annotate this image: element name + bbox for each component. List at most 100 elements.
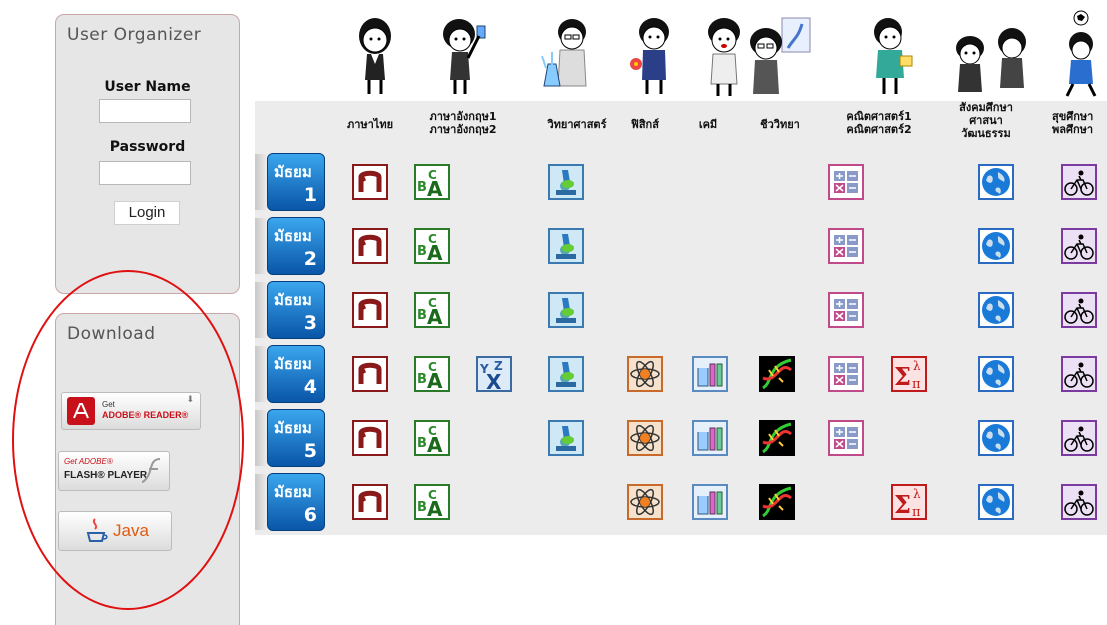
social-icon[interactable] bbox=[978, 356, 1014, 392]
download-arrow-icon: ⬇ bbox=[186, 395, 194, 405]
science-icon[interactable] bbox=[548, 356, 584, 392]
svg-text:B: B bbox=[417, 180, 427, 195]
physics-icon[interactable] bbox=[627, 356, 663, 392]
science-icon[interactable] bbox=[548, 164, 584, 200]
grade-number: 2 bbox=[303, 248, 317, 270]
social-icon[interactable] bbox=[978, 228, 1014, 264]
row-strip bbox=[255, 154, 267, 210]
password-input[interactable] bbox=[99, 161, 191, 185]
math2-icon[interactable]: Σλπ bbox=[891, 484, 927, 520]
grade-4-button[interactable]: มัธยม 4 bbox=[267, 345, 325, 403]
pe-icon[interactable] bbox=[1061, 484, 1097, 520]
english-icon[interactable]: BCA bbox=[414, 484, 450, 521]
username-label: User Name bbox=[104, 79, 191, 95]
grade-label: มัธยม bbox=[274, 227, 312, 245]
science-icon[interactable] bbox=[548, 292, 584, 328]
math-icon[interactable] bbox=[828, 228, 864, 264]
english-icon[interactable]: BCA bbox=[414, 164, 450, 201]
thai-icon[interactable] bbox=[352, 292, 388, 328]
svg-text:B: B bbox=[417, 500, 427, 515]
col-head-biology: ชีววิทยา bbox=[760, 118, 800, 131]
flash-get: Get ADOBE® bbox=[64, 457, 113, 466]
col-head-chemistry: เคมี bbox=[698, 118, 718, 131]
pe-icon[interactable] bbox=[1061, 292, 1097, 328]
col-head-pe: สุขศึกษา พลศึกษา bbox=[1052, 110, 1094, 136]
svg-text:Σ: Σ bbox=[894, 362, 911, 391]
math-icon[interactable] bbox=[828, 420, 864, 456]
physics-icon[interactable] bbox=[627, 484, 663, 520]
social-icon[interactable] bbox=[978, 484, 1014, 520]
thai-icon[interactable] bbox=[352, 164, 388, 200]
grade-5-button[interactable]: มัธยม 5 bbox=[267, 409, 325, 467]
col-head-english: ภาษาอังกฤษ1 ภาษาอังกฤษ2 bbox=[429, 110, 497, 136]
social-icon[interactable] bbox=[978, 292, 1014, 328]
svg-text:B: B bbox=[417, 308, 427, 323]
grade-label: มัธยม bbox=[274, 163, 312, 181]
english-icon[interactable]: BCA bbox=[414, 292, 450, 329]
english-icon[interactable]: BCA bbox=[414, 228, 450, 265]
svg-text:B: B bbox=[417, 436, 427, 451]
thai-icon[interactable] bbox=[352, 356, 388, 392]
adobe-reader-icon bbox=[67, 397, 95, 425]
col-head-math: คณิตศาสตร์1 คณิตศาสตร์2 bbox=[846, 110, 912, 136]
grade-2-button[interactable]: มัธยม 2 bbox=[267, 217, 325, 275]
svg-text:A: A bbox=[427, 241, 443, 264]
svg-text:π: π bbox=[912, 377, 921, 392]
math2-icon[interactable]: Σλπ bbox=[891, 356, 927, 392]
english2-icon[interactable]: YZX bbox=[476, 356, 512, 394]
col-head-thai: ภาษาไทย bbox=[346, 118, 394, 131]
get-java-button[interactable]: Java bbox=[58, 511, 172, 551]
svg-text:λ: λ bbox=[913, 487, 921, 501]
username-input[interactable] bbox=[99, 99, 191, 123]
grade-1-button[interactable]: มัธยม 1 bbox=[267, 153, 325, 211]
biology-icon[interactable] bbox=[759, 420, 795, 456]
grade-label: มัธยม bbox=[274, 419, 312, 437]
grade-number: 5 bbox=[303, 440, 317, 462]
thai-icon[interactable] bbox=[352, 420, 388, 456]
pe-teacher-character bbox=[1065, 10, 1097, 97]
math-icon[interactable] bbox=[828, 292, 864, 328]
chemistry-icon[interactable] bbox=[692, 420, 728, 456]
science-teacher-character bbox=[541, 19, 587, 87]
login-button[interactable]: Login bbox=[114, 201, 180, 225]
svg-text:A: A bbox=[427, 497, 443, 520]
english-teacher-character bbox=[443, 19, 486, 94]
pe-icon[interactable] bbox=[1061, 164, 1097, 200]
download-title: Download bbox=[67, 324, 156, 344]
english-icon[interactable]: BCA bbox=[414, 356, 450, 393]
svg-text:A: A bbox=[427, 433, 443, 456]
get-flash-player-button[interactable]: Get ADOBE® FLASH® PLAYER bbox=[58, 451, 170, 491]
password-label: Password bbox=[109, 139, 186, 155]
chemistry-icon[interactable] bbox=[692, 356, 728, 392]
biology-teacher-character bbox=[750, 17, 811, 94]
thai-icon[interactable] bbox=[352, 484, 388, 520]
pe-icon[interactable] bbox=[1061, 228, 1097, 264]
grade-6-button[interactable]: มัธยม 6 bbox=[267, 473, 325, 531]
flash-text: FLASH® PLAYER bbox=[64, 470, 148, 481]
biology-icon[interactable] bbox=[759, 356, 795, 392]
social-icon[interactable] bbox=[978, 164, 1014, 200]
science-icon[interactable] bbox=[548, 420, 584, 456]
english-icon[interactable]: BCA bbox=[414, 420, 450, 457]
social-icon[interactable] bbox=[978, 420, 1014, 456]
user-organizer-title: User Organizer bbox=[67, 25, 202, 45]
thai-icon[interactable] bbox=[352, 228, 388, 264]
physics-icon[interactable] bbox=[627, 420, 663, 456]
get-adobe-reader-button[interactable]: Get ADOBE® READER® ⬇ bbox=[61, 392, 201, 430]
java-text: Java bbox=[113, 521, 149, 540]
grade-3-button[interactable]: มัธยม 3 bbox=[267, 281, 325, 339]
pe-icon[interactable] bbox=[1061, 420, 1097, 456]
svg-text:B: B bbox=[417, 372, 427, 387]
row-strip bbox=[255, 282, 267, 338]
pe-icon[interactable] bbox=[1061, 356, 1097, 392]
svg-text:X: X bbox=[486, 370, 502, 392]
math-icon[interactable] bbox=[828, 356, 864, 392]
math-icon[interactable] bbox=[828, 164, 864, 200]
row-strip bbox=[255, 474, 267, 530]
science-icon[interactable] bbox=[548, 228, 584, 264]
chemistry-icon[interactable] bbox=[692, 484, 728, 520]
biology-icon[interactable] bbox=[759, 484, 795, 520]
row-strip bbox=[255, 410, 267, 466]
math-teacher-character bbox=[874, 18, 913, 94]
svg-text:A: A bbox=[427, 177, 443, 200]
